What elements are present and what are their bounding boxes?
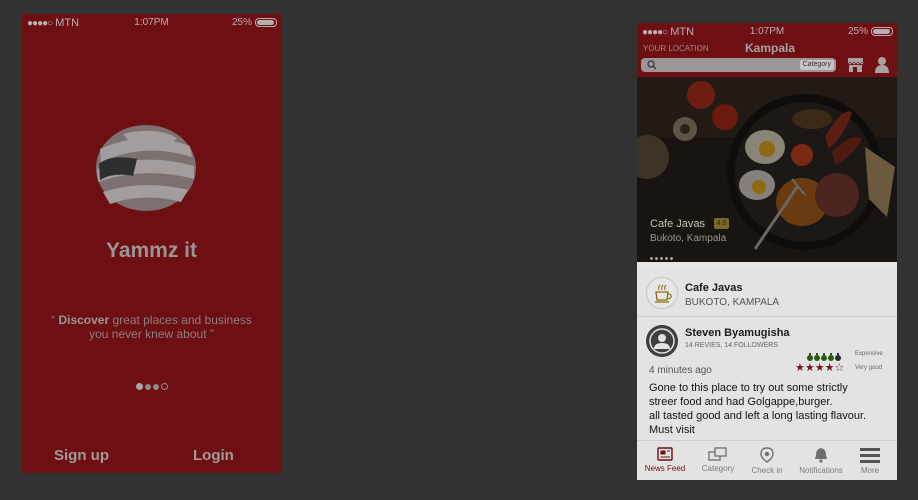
carousel-dot[interactable] [655,257,658,260]
location-city[interactable]: Kampala [745,41,795,55]
location-pin-icon [760,447,774,463]
carousel-dot[interactable] [660,257,663,260]
battery-icon [255,17,277,27]
review-card: Steven Byamugisha 14 REVIES, 14 FOLLOWER… [637,318,897,440]
hamburger-icon [860,448,880,463]
page-dot[interactable] [160,383,168,390]
star-rating: ★★★★☆ [795,361,844,374]
place-location: BUKOTO, KAMPALA [685,297,780,308]
money-bag-icon [814,353,820,361]
page-dot[interactable] [144,384,151,390]
sign-up-button[interactable]: Sign up [54,447,109,464]
star-icon: ★ [824,362,835,374]
money-bag-icon [828,353,834,361]
star-empty-icon: ☆ [834,362,845,374]
status-bar: ●●●●○ MTN 1:07PM 25% [637,23,897,41]
carousel-indicator[interactable] [650,247,675,262]
search-input[interactable]: Category [641,58,836,72]
splash-screen: ●●●●○ MTN 1:07PM 25% Yammz it “ Discover … [22,14,281,473]
money-bag-icon [821,353,827,361]
app-logo-icon [96,125,196,211]
star-icon: ★ [804,362,815,374]
review-timestamp: 4 minutes ago [649,365,712,376]
news-feed-icon [657,447,673,461]
app-header: ●●●●○ MTN 1:07PM 25% YOUR LOCATION Kampal… [637,23,897,77]
review-text: Gone to this place to try out some stric… [649,382,867,436]
tab-more[interactable]: More [844,441,896,480]
status-bar: ●●●●○ MTN 1:07PM 25% [22,14,281,32]
page-dot[interactable] [135,383,143,390]
reviewer-name[interactable]: Steven Byamugisha [685,327,790,339]
carousel-dot[interactable] [650,257,653,260]
bell-icon [815,448,827,463]
money-bag-icon [835,353,841,361]
money-bag-icon [807,353,813,361]
category-icon [708,447,727,461]
brand-name: Yammz it [105,239,198,262]
rating-badge: 4.0 [714,218,729,229]
tab-check-in[interactable]: Check in [741,441,793,480]
shop-icon[interactable] [847,56,864,73]
battery: 25% [848,26,893,37]
place-card[interactable]: Cafe Javas BUKOTO, KAMPALA [637,268,897,317]
news-feed-screen: ●●●●○ MTN 1:07PM 25% YOUR LOCATION Kampal… [637,23,897,480]
hero-place-name: Cafe Javas [650,218,706,230]
cafe-logo-icon [646,277,678,309]
battery-icon [871,26,893,36]
tab-news-feed[interactable]: News Feed [639,441,691,480]
reviewer-stats: 14 REVIES, 14 FOLLOWERS [685,342,778,349]
page-dot[interactable] [152,384,159,390]
price-label: Expensive [855,351,883,357]
page-indicator[interactable] [22,377,281,395]
star-icon: ★ [814,362,825,374]
place-name[interactable]: Cafe Javas [685,282,743,294]
hero-place-location: Bukoto, Kampala [650,233,727,244]
star-icon: ★ [795,362,805,374]
battery: 25% [232,17,277,28]
category-filter-button[interactable]: Category [799,60,834,70]
login-button[interactable]: Login [193,447,234,464]
tab-notifications[interactable]: Notifications [795,441,847,480]
bottom-tab-bar: News Feed Category Check in Notification… [637,440,897,480]
featured-place-banner[interactable]: Cafe Javas 4.0 Bukoto, Kampala [637,77,897,262]
avatar[interactable] [646,325,678,357]
rating-label: Very good [855,365,883,371]
tab-category[interactable]: Category [692,441,744,480]
tagline: “ Discover great places and business you… [51,313,252,341]
location-label: YOUR LOCATION [643,44,709,53]
user-profile-icon[interactable] [875,56,889,73]
carousel-dot[interactable] [670,257,673,260]
carousel-dot[interactable] [665,257,668,260]
search-icon [647,60,657,70]
